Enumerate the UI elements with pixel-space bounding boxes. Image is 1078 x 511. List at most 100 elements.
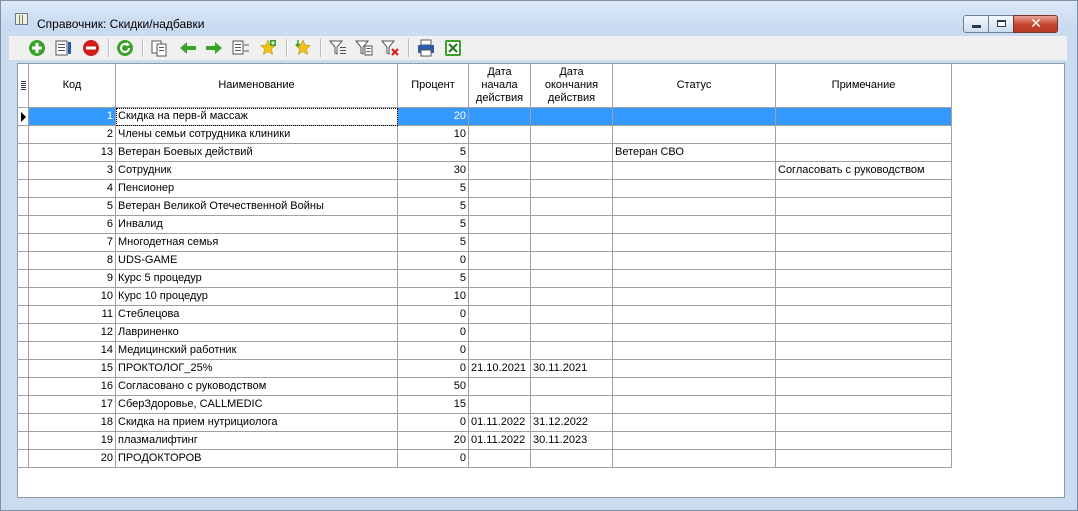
cell-percent[interactable]: 0	[398, 450, 469, 468]
column-header-code[interactable]: Код	[29, 64, 116, 108]
cell-percent[interactable]: 5	[398, 234, 469, 252]
cell-end-date[interactable]	[531, 144, 613, 162]
cell-code[interactable]: 3	[29, 162, 116, 180]
cell-status[interactable]: Ветеран СВО	[613, 144, 776, 162]
delete-button[interactable]	[82, 39, 100, 57]
edit-button[interactable]	[55, 39, 73, 57]
cell-start-date[interactable]	[469, 126, 531, 144]
cell-name[interactable]: Ветеран Великой Отечественной Войны	[116, 198, 398, 216]
table-row[interactable]: 10 Курс 10 процедур 10	[18, 288, 952, 306]
cell-start-date[interactable]	[469, 270, 531, 288]
table-row[interactable]: 11 Стеблецова 0	[18, 306, 952, 324]
cell-name[interactable]: СберЗдоровье, CALLMEDIC	[116, 396, 398, 414]
row-indicator[interactable]	[18, 432, 29, 450]
row-indicator[interactable]	[18, 288, 29, 306]
cell-note[interactable]	[776, 288, 952, 306]
cell-end-date[interactable]	[531, 252, 613, 270]
cell-status[interactable]	[613, 234, 776, 252]
cell-end-date[interactable]	[531, 396, 613, 414]
cell-end-date[interactable]	[531, 162, 613, 180]
close-button[interactable]: ✕	[1013, 15, 1058, 33]
column-header-percent[interactable]: Процент	[398, 64, 469, 108]
cell-status[interactable]	[613, 360, 776, 378]
cell-start-date[interactable]	[469, 450, 531, 468]
cell-code[interactable]: 16	[29, 378, 116, 396]
cell-percent[interactable]: 10	[398, 288, 469, 306]
cell-end-date[interactable]	[531, 378, 613, 396]
cell-note[interactable]	[776, 378, 952, 396]
cell-end-date[interactable]: 30.11.2023	[531, 432, 613, 450]
row-indicator[interactable]	[18, 108, 29, 126]
cell-status[interactable]	[613, 270, 776, 288]
cell-status[interactable]	[613, 342, 776, 360]
favorites-button[interactable]	[294, 39, 312, 57]
row-indicator[interactable]	[18, 234, 29, 252]
cell-percent[interactable]: 0	[398, 252, 469, 270]
row-indicator[interactable]	[18, 270, 29, 288]
cell-note[interactable]	[776, 126, 952, 144]
cell-code[interactable]: 6	[29, 216, 116, 234]
cell-percent[interactable]: 10	[398, 126, 469, 144]
cell-note[interactable]	[776, 252, 952, 270]
cell-code[interactable]: 19	[29, 432, 116, 450]
cell-status[interactable]	[613, 414, 776, 432]
cell-start-date[interactable]	[469, 180, 531, 198]
cell-percent[interactable]: 0	[398, 360, 469, 378]
cell-note[interactable]	[776, 324, 952, 342]
print-button[interactable]	[417, 39, 435, 57]
row-indicator[interactable]	[18, 126, 29, 144]
export-excel-button[interactable]	[444, 39, 462, 57]
column-header-name[interactable]: Наименование	[116, 64, 398, 108]
cell-end-date[interactable]	[531, 450, 613, 468]
cell-name[interactable]: плазмалифтинг	[116, 432, 398, 450]
cell-start-date[interactable]: 01.11.2022	[469, 432, 531, 450]
cell-end-date[interactable]	[531, 216, 613, 234]
table-row[interactable]: 13 Ветеран Боевых действий 5 Ветеран СВО	[18, 144, 952, 162]
cell-name[interactable]: Лавриненко	[116, 324, 398, 342]
cell-code[interactable]: 4	[29, 180, 116, 198]
cell-percent[interactable]: 0	[398, 414, 469, 432]
cell-start-date[interactable]	[469, 234, 531, 252]
table-row[interactable]: 17 СберЗдоровье, CALLMEDIC 15	[18, 396, 952, 414]
cell-status[interactable]	[613, 108, 776, 126]
cell-note[interactable]	[776, 108, 952, 126]
cell-name[interactable]: Курс 10 процедур	[116, 288, 398, 306]
cell-name[interactable]: Члены семьи сотрудника клиники	[116, 126, 398, 144]
cell-code[interactable]: 1	[29, 108, 116, 126]
cell-note[interactable]	[776, 360, 952, 378]
cell-note[interactable]	[776, 144, 952, 162]
cell-name[interactable]: Инвалид	[116, 216, 398, 234]
row-indicator[interactable]	[18, 360, 29, 378]
column-header-end-date[interactable]: Дата окончания действия	[531, 64, 613, 108]
cell-code[interactable]: 11	[29, 306, 116, 324]
cell-status[interactable]	[613, 180, 776, 198]
cell-name[interactable]: Согласовано с руководством	[116, 378, 398, 396]
table-row[interactable]: 3 Сотрудник 30 Согласовать с руководством	[18, 162, 952, 180]
row-indicator[interactable]	[18, 342, 29, 360]
cell-note[interactable]	[776, 216, 952, 234]
cell-code[interactable]: 12	[29, 324, 116, 342]
cell-end-date[interactable]	[531, 270, 613, 288]
cell-status[interactable]	[613, 198, 776, 216]
cell-status[interactable]	[613, 324, 776, 342]
table-row[interactable]: 20 ПРОДОКТОРОВ 0	[18, 450, 952, 468]
cell-name[interactable]: Курс 5 процедур	[116, 270, 398, 288]
cell-code[interactable]: 15	[29, 360, 116, 378]
move-right-button[interactable]	[205, 39, 223, 57]
cell-end-date[interactable]	[531, 306, 613, 324]
row-indicator[interactable]	[18, 306, 29, 324]
row-indicator[interactable]	[18, 216, 29, 234]
cell-name[interactable]: Стеблецова	[116, 306, 398, 324]
cell-status[interactable]	[613, 162, 776, 180]
row-indicator[interactable]	[18, 450, 29, 468]
cell-status[interactable]	[613, 306, 776, 324]
table-row[interactable]: 12 Лавриненко 0	[18, 324, 952, 342]
cell-name[interactable]: Скидка на прием нутрициолога	[116, 414, 398, 432]
move-button[interactable]	[232, 39, 250, 57]
cell-start-date[interactable]	[469, 306, 531, 324]
cell-note[interactable]	[776, 414, 952, 432]
table-row[interactable]: 16 Согласовано с руководством 50	[18, 378, 952, 396]
title-bar[interactable]: Справочник: Скидки/надбавки ✕	[1, 1, 1077, 33]
cell-name[interactable]: Сотрудник	[116, 162, 398, 180]
cell-code[interactable]: 10	[29, 288, 116, 306]
